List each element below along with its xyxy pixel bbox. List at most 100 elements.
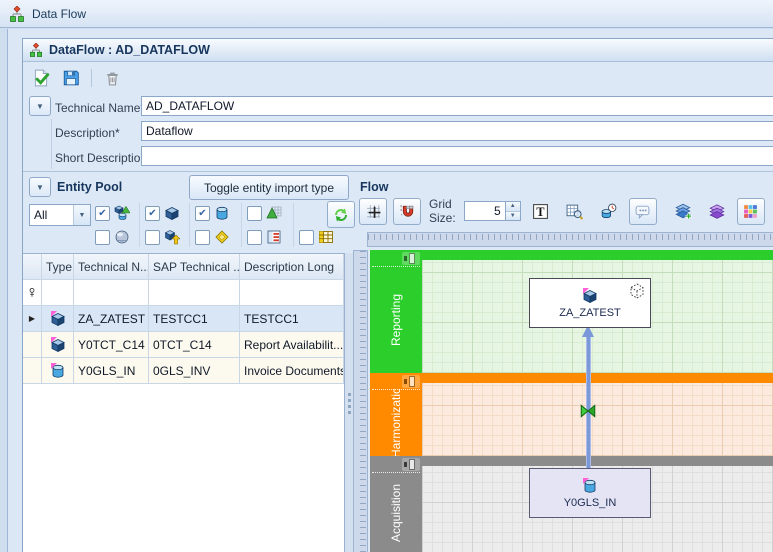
technical-name-input[interactable] bbox=[141, 96, 773, 116]
grid-size-stepper: ▲ ▼ bbox=[464, 201, 521, 221]
table-row[interactable]: Y0GLS_IN 0GLS_INV Invoice Documents bbox=[23, 358, 344, 384]
sphere-provider-icon bbox=[114, 229, 130, 245]
data-flow-window: Data Flow DataFlow : AD_DATAFLOW bbox=[0, 0, 773, 552]
save-icon bbox=[62, 69, 80, 87]
refresh-icon bbox=[333, 207, 349, 223]
find-entity-button[interactable] bbox=[561, 198, 589, 225]
technical-name-label: Technical Name* bbox=[55, 98, 145, 118]
entity-type-select[interactable]: All ▼ bbox=[29, 204, 91, 226]
node-za-zatest[interactable]: ZA_ZATEST bbox=[529, 278, 651, 328]
lane-top-bar bbox=[370, 250, 773, 260]
composite-provider-checkbox[interactable] bbox=[95, 206, 110, 221]
snap-to-guides-button[interactable] bbox=[393, 198, 421, 225]
lane-body[interactable] bbox=[422, 383, 773, 456]
filter-separator bbox=[139, 203, 140, 247]
lane-header[interactable]: Harmonizatio bbox=[370, 373, 422, 456]
header-sap-technical-name[interactable]: SAP Technical ... bbox=[149, 254, 240, 280]
cell-description-long[interactable]: Report Availabilit... bbox=[240, 332, 344, 358]
composite-provider-icon bbox=[114, 205, 130, 221]
infoobject-checkbox[interactable] bbox=[195, 230, 210, 245]
grid-size-input[interactable] bbox=[464, 201, 506, 221]
form-guide-line bbox=[51, 119, 52, 169]
master-table-checkbox[interactable] bbox=[299, 230, 314, 245]
lane-header[interactable]: Reporting bbox=[370, 250, 422, 373]
lane-label: Acquisition bbox=[370, 472, 422, 552]
show-comments-button[interactable] bbox=[629, 198, 657, 225]
add-layer-button[interactable] bbox=[669, 198, 697, 225]
filter-cube-export bbox=[145, 229, 180, 245]
delete-button[interactable] bbox=[102, 68, 122, 88]
infoobject-icon bbox=[214, 229, 230, 245]
cell-description-long[interactable]: Invoice Documents bbox=[240, 358, 344, 384]
form-collapse-button[interactable]: ▼ bbox=[29, 96, 51, 116]
color-lanes-button[interactable] bbox=[737, 198, 765, 225]
spin-up-icon[interactable]: ▲ bbox=[506, 202, 520, 211]
grid-size-label: Grid Size: bbox=[429, 197, 456, 225]
short-description-label: Short Description bbox=[55, 148, 147, 168]
filter-infoobject bbox=[195, 229, 230, 245]
entity-type-select-value: All bbox=[30, 208, 73, 222]
add-text-button[interactable]: T bbox=[527, 198, 555, 225]
refresh-button[interactable] bbox=[327, 201, 355, 228]
layers-button[interactable] bbox=[703, 198, 731, 225]
vertical-ruler bbox=[353, 250, 368, 552]
header-indicator-cell bbox=[23, 254, 42, 280]
filter-cell[interactable] bbox=[149, 280, 240, 306]
entity-pool-collapse-button[interactable]: ▼ bbox=[29, 177, 51, 197]
header-technical-name[interactable]: Technical N... bbox=[74, 254, 149, 280]
svg-text:T: T bbox=[537, 204, 545, 218]
cell-description-long[interactable]: TESTCC1 bbox=[240, 306, 344, 332]
table-row[interactable]: ▶ ZA_ZATEST TESTCC1 TESTCC1 bbox=[23, 306, 344, 332]
toggle-entity-import-type-button[interactable]: Toggle entity import type bbox=[189, 175, 349, 200]
cell-sap-technical-name[interactable]: 0TCT_C14 bbox=[149, 332, 240, 358]
save-button[interactable] bbox=[61, 68, 81, 88]
datastore-checkbox[interactable] bbox=[195, 206, 210, 221]
snap-grid-icon bbox=[365, 203, 382, 220]
filter-datastore bbox=[195, 205, 230, 221]
master-table-icon bbox=[318, 229, 334, 245]
spin-down-icon[interactable]: ▼ bbox=[506, 211, 520, 221]
activate-button[interactable] bbox=[31, 68, 51, 88]
magnet-icon bbox=[399, 203, 416, 220]
short-description-input[interactable] bbox=[141, 146, 773, 166]
cube-export-checkbox[interactable] bbox=[145, 230, 160, 245]
cell-sap-technical-name[interactable]: 0GLS_INV bbox=[149, 358, 240, 384]
cell-technical-name[interactable]: Y0TCT_C14 bbox=[74, 332, 149, 358]
lane-resize-handle-icon[interactable] bbox=[402, 252, 420, 265]
filter-report-table bbox=[247, 229, 282, 245]
cube-export-icon bbox=[164, 229, 180, 245]
filter-composite-provider bbox=[95, 205, 130, 221]
cell-sap-technical-name[interactable]: TESTCC1 bbox=[149, 306, 240, 332]
cell-technical-name[interactable]: Y0GLS_IN bbox=[74, 358, 149, 384]
sphere-provider-checkbox[interactable] bbox=[95, 230, 110, 245]
dataflow-icon bbox=[9, 6, 25, 22]
lane-resize-handle-icon[interactable] bbox=[402, 375, 420, 388]
filter-cell[interactable] bbox=[240, 280, 344, 306]
table-row[interactable]: Y0TCT_C14 0TCT_C14 Report Availabilit... bbox=[23, 332, 344, 358]
transformation-icon[interactable] bbox=[579, 402, 597, 420]
node-label: ZA_ZATEST bbox=[559, 307, 621, 319]
chevron-down-icon[interactable]: ▼ bbox=[73, 205, 90, 225]
header-description-long[interactable]: Description Long bbox=[240, 254, 344, 280]
table-filter-row bbox=[23, 280, 344, 306]
lane-header[interactable]: Acquisition bbox=[370, 456, 422, 552]
filter-cell[interactable] bbox=[42, 280, 74, 306]
filter-separator bbox=[293, 203, 294, 247]
data-load-button[interactable] bbox=[595, 198, 623, 225]
horizontal-ruler bbox=[367, 232, 773, 247]
add-layer-icon bbox=[674, 202, 692, 220]
node-y0gls-in[interactable]: Y0GLS_IN bbox=[529, 468, 651, 518]
virtual-provider-checkbox[interactable] bbox=[247, 206, 262, 221]
infocube-checkbox[interactable] bbox=[145, 206, 160, 221]
window-titlebar: Data Flow bbox=[0, 0, 773, 28]
report-table-checkbox[interactable] bbox=[247, 230, 262, 245]
header-type[interactable]: Type bbox=[42, 254, 74, 280]
cell-technical-name[interactable]: ZA_ZATEST bbox=[74, 306, 149, 332]
snap-grid-button[interactable] bbox=[359, 198, 387, 225]
filter-cell[interactable] bbox=[74, 280, 149, 306]
lane-resize-handle-icon[interactable] bbox=[402, 458, 420, 471]
dotted-cube-icon bbox=[629, 283, 645, 299]
flow-canvas[interactable]: Reporting Harmonizatio Acquisition bbox=[370, 250, 773, 552]
datastore-icon bbox=[214, 205, 230, 221]
description-input[interactable] bbox=[141, 121, 773, 141]
